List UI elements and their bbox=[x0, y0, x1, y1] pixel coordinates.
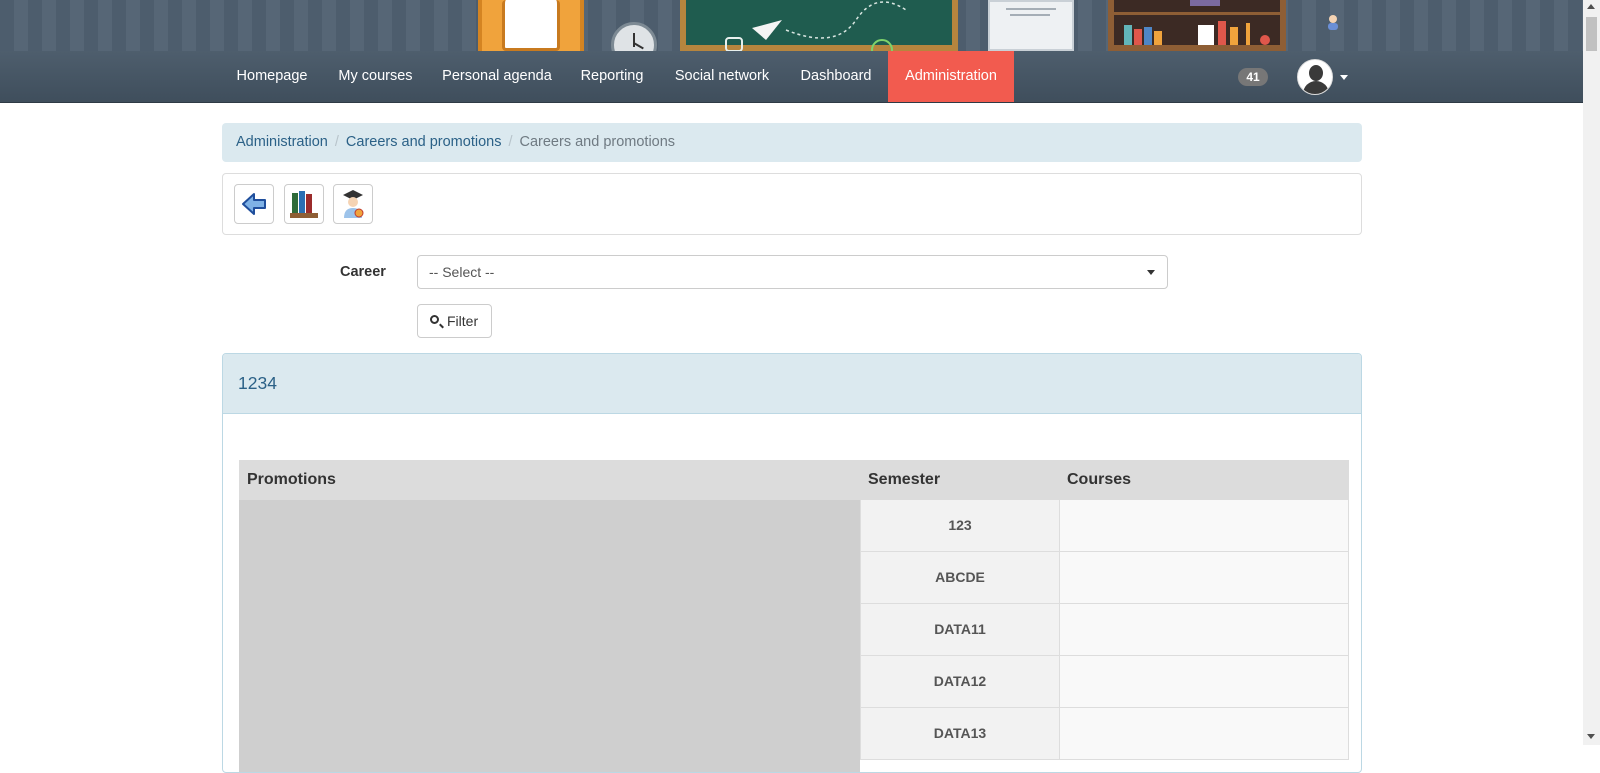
avatar[interactable] bbox=[1297, 59, 1333, 95]
breadcrumb: Administration / Careers and promotions / Ca… bbox=[222, 123, 1362, 162]
courses-cell bbox=[1059, 604, 1349, 656]
nav-homepage[interactable]: Homepage bbox=[229, 51, 315, 102]
nav-my-courses[interactable]: My courses bbox=[330, 51, 421, 102]
nav-dashboard[interactable]: Dashboard bbox=[793, 51, 879, 102]
graduate-icon bbox=[343, 190, 364, 218]
nav-personal-agenda[interactable]: Personal agenda bbox=[436, 51, 558, 102]
back-button[interactable] bbox=[234, 184, 274, 224]
paper-illustration bbox=[988, 0, 1074, 51]
career-select-value: -- Select -- bbox=[429, 264, 495, 280]
breadcrumb-separator: / bbox=[508, 134, 513, 150]
nav-reporting[interactable]: Reporting bbox=[573, 51, 651, 102]
notification-badge[interactable]: 41 bbox=[1238, 68, 1268, 86]
courses-cell bbox=[1059, 708, 1349, 760]
scroll-down-icon[interactable] bbox=[1587, 734, 1595, 739]
clock-illustration bbox=[611, 22, 657, 51]
filter-label: Filter bbox=[447, 313, 479, 329]
career-panel: 1234 Promotions Semester Courses 123 ABC… bbox=[222, 353, 1362, 773]
chevron-down-icon bbox=[1147, 270, 1155, 275]
career-label: Career bbox=[340, 264, 386, 280]
door-illustration bbox=[478, 0, 584, 51]
back-arrow-icon bbox=[242, 193, 266, 215]
books-icon bbox=[290, 191, 318, 218]
chalkboard-illustration bbox=[680, 0, 958, 51]
scrollbar-thumb[interactable] bbox=[1586, 17, 1597, 51]
user-icon bbox=[1328, 15, 1338, 30]
semester-cell: ABCDE bbox=[860, 552, 1059, 604]
career-select[interactable]: -- Select -- bbox=[417, 255, 1168, 289]
courses-cell bbox=[1059, 656, 1349, 708]
scrollbar[interactable] bbox=[1583, 0, 1600, 745]
semester-cell: 123 bbox=[860, 500, 1059, 552]
panel-title: 1234 bbox=[238, 373, 277, 393]
semester-cell: DATA12 bbox=[860, 656, 1059, 708]
courses-cell bbox=[1059, 552, 1349, 604]
nav-social-network[interactable]: Social network bbox=[666, 51, 778, 102]
bookshelf-illustration bbox=[1108, 0, 1286, 51]
nav-administration[interactable]: Administration bbox=[888, 51, 1014, 102]
chevron-down-icon[interactable] bbox=[1340, 75, 1348, 80]
semester-cell: DATA13 bbox=[860, 708, 1059, 760]
promotion-cell bbox=[239, 500, 860, 772]
promotions-button[interactable] bbox=[333, 184, 373, 224]
header-courses: Courses bbox=[1059, 460, 1349, 500]
header-banner bbox=[0, 0, 1583, 51]
filter-button[interactable]: Filter bbox=[417, 304, 492, 338]
breadcrumb-administration[interactable]: Administration bbox=[236, 134, 328, 150]
semester-cell: DATA11 bbox=[860, 604, 1059, 656]
scroll-up-icon[interactable] bbox=[1587, 4, 1595, 9]
header-promotions: Promotions bbox=[239, 460, 860, 500]
search-icon bbox=[430, 315, 439, 324]
header-semester: Semester bbox=[860, 460, 1059, 500]
breadcrumb-separator: / bbox=[334, 134, 339, 150]
action-toolbar bbox=[222, 173, 1362, 235]
breadcrumb-current: Careers and promotions bbox=[519, 134, 676, 150]
panel-heading: 1234 bbox=[223, 354, 1361, 414]
courses-cell bbox=[1059, 500, 1349, 552]
courses-button[interactable] bbox=[284, 184, 324, 224]
top-navbar: Homepage My courses Personal agenda Repo… bbox=[0, 51, 1583, 103]
breadcrumb-careers-promotions[interactable]: Careers and promotions bbox=[346, 134, 502, 150]
